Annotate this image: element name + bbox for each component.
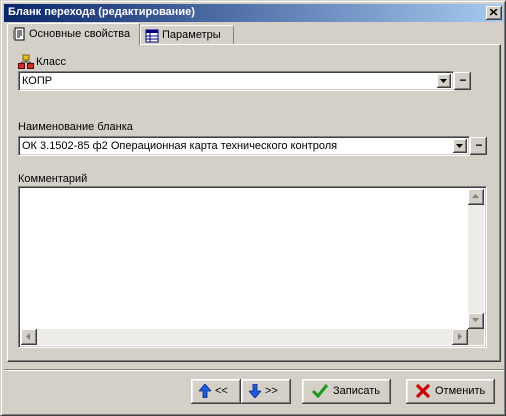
cancel-label: Отменить [435,385,486,397]
form-name-label: Наименование бланка [18,121,133,133]
window-title: Бланк перехода (редактирование) [8,6,195,18]
save-label: Записать [333,385,381,397]
arrow-left-small-icon [26,333,30,340]
next-button[interactable]: >> [241,379,291,404]
cancel-button[interactable]: Отменить [406,379,495,404]
scrollbar-corner [468,329,484,345]
close-icon [490,9,498,16]
form-name-select[interactable]: ОК 3.1502-85 ф2 Операционная карта техни… [18,136,470,156]
scroll-down-button[interactable] [468,313,484,329]
previous-label: << [215,385,228,397]
chevron-down-icon [456,144,463,148]
separator [4,369,504,371]
comment-textarea[interactable] [18,186,487,348]
class-browse-button[interactable]: ... [454,72,471,90]
arrow-up-icon [199,384,211,398]
tab-main-properties[interactable]: Основные свойства [7,23,140,45]
arrow-down-icon [249,384,261,398]
scroll-up-button[interactable] [468,189,484,205]
horizontal-scrollbar[interactable] [21,329,468,345]
class-dropdown-button[interactable] [437,74,451,88]
scroll-left-button[interactable] [21,329,37,345]
ellipsis-label: ... [475,137,482,149]
form-name-dropdown-button[interactable] [453,139,467,153]
form-name-value: ОК 3.1502-85 ф2 Операционная карта техни… [22,140,338,152]
title-bar[interactable]: Бланк перехода (редактирование) [4,4,504,22]
comment-label: Комментарий [18,173,88,185]
next-label: >> [265,385,278,397]
scroll-right-button[interactable] [452,329,468,345]
chevron-down-icon [440,79,447,83]
checkmark-icon [312,384,328,399]
class-label: Класс [36,56,66,68]
cross-icon [416,384,430,398]
arrow-right-small-icon [458,333,462,340]
properties-icon [13,27,25,41]
ellipsis-label: ... [459,72,466,84]
arrow-down-small-icon [472,318,479,322]
class-tree-icon [18,54,34,69]
form-name-browse-button[interactable]: ... [470,137,487,155]
tab-label: Параметры [162,29,221,41]
table-icon [145,29,159,43]
save-button[interactable]: Записать [302,379,391,404]
tab-parameters[interactable]: Параметры [140,25,234,45]
arrow-up-small-icon [472,194,479,198]
class-value: КОПР [22,75,53,87]
class-select[interactable]: КОПР [18,71,454,91]
previous-button[interactable]: << [191,379,241,404]
vertical-scrollbar[interactable] [468,189,484,329]
tab-label: Основные свойства [29,28,131,40]
dialog-window: Бланк перехода (редактирование) Основные… [0,0,506,416]
close-button[interactable] [486,6,502,20]
